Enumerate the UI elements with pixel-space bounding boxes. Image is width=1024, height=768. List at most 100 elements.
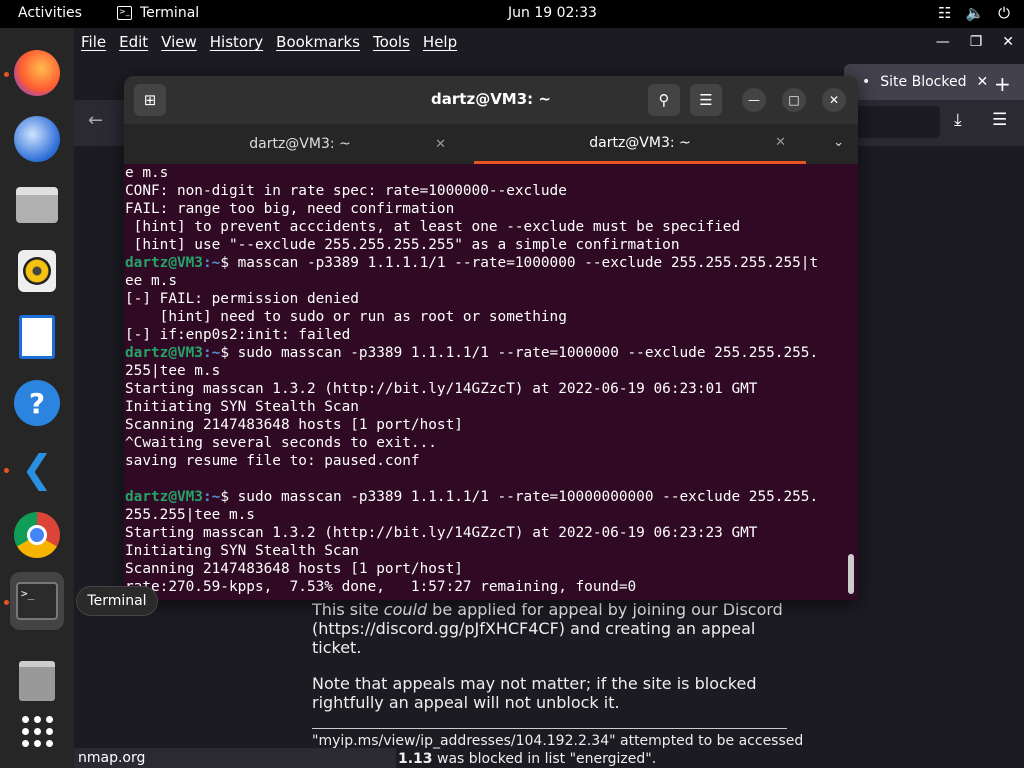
search-button[interactable]: ⚲ (648, 84, 680, 116)
terminal-line: [hint] need to sudo or run as root or so… (125, 309, 567, 325)
terminal-icon: >_ (117, 6, 132, 20)
hamburger-menu-icon[interactable]: ☰ (992, 110, 1007, 130)
dock-writer[interactable] (10, 310, 64, 364)
dock-vscode[interactable]: ❮ (10, 442, 64, 496)
show-apps-button[interactable] (10, 704, 64, 758)
terminal-line: Scanning 2147483648 hosts [1 port/host] (125, 417, 463, 433)
menu-view[interactable]: View (161, 33, 197, 51)
volume-icon: 🔈 (965, 4, 985, 22)
terminal-output[interactable]: e m.s CONF: non-digit in rate spec: rate=… (125, 164, 845, 596)
dock-trash[interactable] (10, 654, 64, 708)
dock-help[interactable]: ? (10, 376, 64, 430)
trash-icon (19, 661, 55, 701)
tab-list-chevron-icon[interactable]: ⌄ (833, 135, 844, 150)
status-url: nmap.org (74, 748, 396, 768)
back-arrow-icon[interactable]: ← (88, 110, 103, 131)
tab-close-icon[interactable]: ✕ (976, 74, 988, 90)
new-tab-button[interactable]: + (994, 72, 1011, 96)
menu-button[interactable]: ☰ (690, 84, 722, 116)
clock[interactable]: Jun 19 02:33 (508, 5, 597, 21)
tab-label: Site Blocked (880, 74, 967, 90)
tab-dot-icon: • (862, 74, 871, 90)
download-icon[interactable]: ⤓ (954, 110, 962, 130)
command-text: $ sudo masscan -p3389 1.1.1.1/1 --rate=1… (220, 489, 819, 505)
dock-tooltip: Terminal (76, 586, 158, 616)
running-indicator (4, 468, 9, 473)
chrome-icon (14, 512, 60, 558)
dock-thunderbird[interactable] (10, 112, 64, 166)
firefox-icon (14, 50, 60, 96)
prompt-user: dartz@VM3 (125, 345, 203, 361)
note-paragraph: Note that appeals may not matter; if the… (312, 674, 757, 712)
terminal-line: saving resume file to: paused.conf (125, 453, 420, 469)
terminal-line: dartz@VM3:~$ masscan -p3389 1.1.1.1/1 --… (125, 254, 845, 272)
terminal-line: [-] if:enp0s2:init: failed (125, 327, 351, 343)
activities-button[interactable]: Activities (18, 5, 82, 21)
command-text: $ sudo masscan -p3389 1.1.1.1/1 --rate=1… (220, 345, 819, 361)
terminal-line: ^Cwaiting several seconds to exit... (125, 435, 437, 451)
terminal-line: CONF: non-digit in rate spec: rate=10000… (125, 183, 567, 199)
close-icon[interactable]: ✕ (1002, 34, 1014, 50)
menu-tools[interactable]: Tools (373, 33, 410, 51)
minimize-icon[interactable]: — (936, 34, 950, 50)
close-icon: ✕ (828, 93, 840, 107)
terminal-line: Starting masscan 1.3.2 (http://bit.ly/14… (125, 381, 758, 397)
files-icon (16, 187, 58, 223)
top-bar: Activities >_ Terminal Jun 19 02:33 ☷ 🔈 … (0, 0, 1024, 28)
appeal-paragraph: This site could be applied for appeal by… (312, 600, 783, 657)
terminal-tab-1[interactable]: dartz@VM3: ~ ✕ (134, 124, 466, 164)
menu-file[interactable]: File (81, 33, 106, 51)
terminal-headerbar: ⊞ dartz@VM3: ~ ⚲ ☰ — □ ✕ (124, 76, 858, 124)
firefox-menubar: File Edit View History Bookmarks Tools Help — … (74, 28, 1024, 56)
prompt-path: :~ (202, 255, 221, 271)
tab-close-icon[interactable]: ✕ (435, 137, 446, 152)
terminal-line: [-] FAIL: permission denied (125, 291, 359, 307)
search-icon: ⚲ (658, 91, 670, 109)
maximize-button[interactable]: □ (782, 88, 806, 112)
thunderbird-icon (14, 116, 60, 162)
running-indicator (4, 600, 9, 605)
app-menu[interactable]: >_ Terminal (117, 5, 199, 21)
restore-icon[interactable]: ❐ (970, 34, 983, 50)
app-menu-label: Terminal (140, 5, 200, 21)
apps-grid-icon (21, 715, 53, 747)
menu-history[interactable]: History (210, 33, 263, 51)
menu-help[interactable]: Help (423, 33, 457, 51)
hamburger-icon: ☰ (699, 91, 713, 109)
dock-chrome[interactable] (10, 508, 64, 562)
terminal-line: dartz@VM3:~$ sudo masscan -p3389 1.1.1.1… (125, 344, 845, 362)
terminal-app-icon: >_ (16, 582, 58, 620)
terminal-tabs: dartz@VM3: ~ ✕ dartz@VM3: ~ ✕ ⌄ (124, 124, 858, 164)
help-icon: ? (14, 380, 60, 426)
minimize-button[interactable]: — (742, 88, 766, 112)
terminal-line: 255|tee m.s (125, 363, 221, 379)
prompt-user: dartz@VM3 (125, 489, 203, 505)
terminal-line: dartz@VM3:~$ sudo masscan -p3389 1.1.1.1… (125, 488, 845, 506)
menu-edit[interactable]: Edit (119, 33, 148, 51)
terminal-line: rate:270.59-kpps, 7.53% done, 1:57:27 re… (125, 579, 637, 595)
terminal-line: 255.255|tee m.s (125, 507, 255, 523)
prompt-path: :~ (202, 489, 221, 505)
terminal-line: ee m.s (125, 273, 177, 289)
vscode-icon: ❮ (21, 447, 53, 491)
menu-bookmarks[interactable]: Bookmarks (276, 33, 360, 51)
footer-divider (312, 728, 787, 729)
terminal-line: Initiating SYN Stealth Scan (125, 399, 359, 415)
dock-terminal[interactable]: >_ (10, 572, 64, 630)
tab-label: dartz@VM3: ~ (249, 136, 351, 152)
terminal-line: Initiating SYN Stealth Scan (125, 543, 359, 559)
system-tray[interactable]: ☷ 🔈 ⏻ (938, 4, 1010, 22)
close-button[interactable]: ✕ (822, 88, 846, 112)
tab-close-icon[interactable]: ✕ (775, 135, 786, 150)
prompt-user: dartz@VM3 (125, 255, 203, 271)
url-bar[interactable] (854, 106, 940, 138)
terminal-line: [hint] to prevent acccidents, at least o… (125, 219, 741, 235)
terminal-tab-2[interactable]: dartz@VM3: ~ ✕ (474, 124, 806, 164)
dock-firefox[interactable] (10, 46, 64, 100)
terminal-line: FAIL: range too big, need confirmation (125, 201, 455, 217)
running-indicator (4, 72, 9, 77)
dock-rhythmbox[interactable] (10, 244, 64, 298)
terminal-scrollbar[interactable] (848, 554, 854, 594)
dock-files[interactable] (10, 178, 64, 232)
rhythmbox-icon (18, 250, 56, 292)
